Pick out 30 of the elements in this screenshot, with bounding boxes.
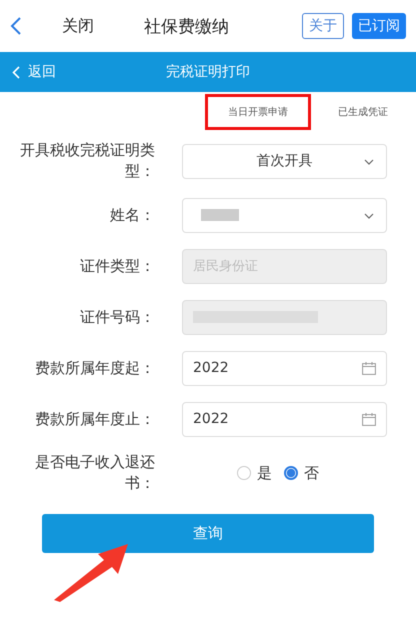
field-label: 开具税收完税证明类型： [19, 140, 155, 182]
close-link[interactable]: 关闭 [62, 16, 94, 36]
field-label: 姓名： [109, 204, 155, 226]
about-button[interactable]: 关于 [302, 13, 344, 39]
select-field[interactable]: 首次开具 [182, 144, 387, 178]
field-label: 是否电子收入退还书： [34, 452, 155, 494]
page-title: 社保费缴纳 [144, 16, 230, 38]
chevron-down-icon [364, 158, 374, 164]
field-label: 证件类型： [79, 256, 155, 276]
radio-option[interactable]: 是 [237, 464, 272, 482]
chevron-down-icon [364, 212, 374, 218]
back-icon [12, 66, 20, 78]
tab[interactable]: 当日开票申请 [208, 97, 308, 127]
select-value: 首次开具 [256, 152, 312, 170]
select-field[interactable] [182, 198, 387, 232]
field-label: 费款所属年度止： [34, 408, 155, 430]
calendar-icon [362, 362, 376, 374]
radio-button[interactable] [284, 466, 298, 480]
option-label: 否 [304, 464, 319, 482]
back-icon[interactable] [10, 16, 22, 36]
subscribed-button[interactable]: 已订阅 [352, 13, 406, 39]
radio-button[interactable] [237, 466, 251, 480]
date-field[interactable]: 2022 [182, 402, 387, 436]
radio-option[interactable]: 否 [284, 464, 319, 482]
date-field[interactable]: 2022 [182, 350, 387, 386]
option-label: 是 [257, 464, 272, 482]
field-label: 费款所属年度起： [34, 358, 155, 378]
field-label: 证件号码： [79, 306, 155, 328]
calendar-icon [362, 412, 376, 426]
section-title: 完税证明打印 [166, 63, 250, 81]
